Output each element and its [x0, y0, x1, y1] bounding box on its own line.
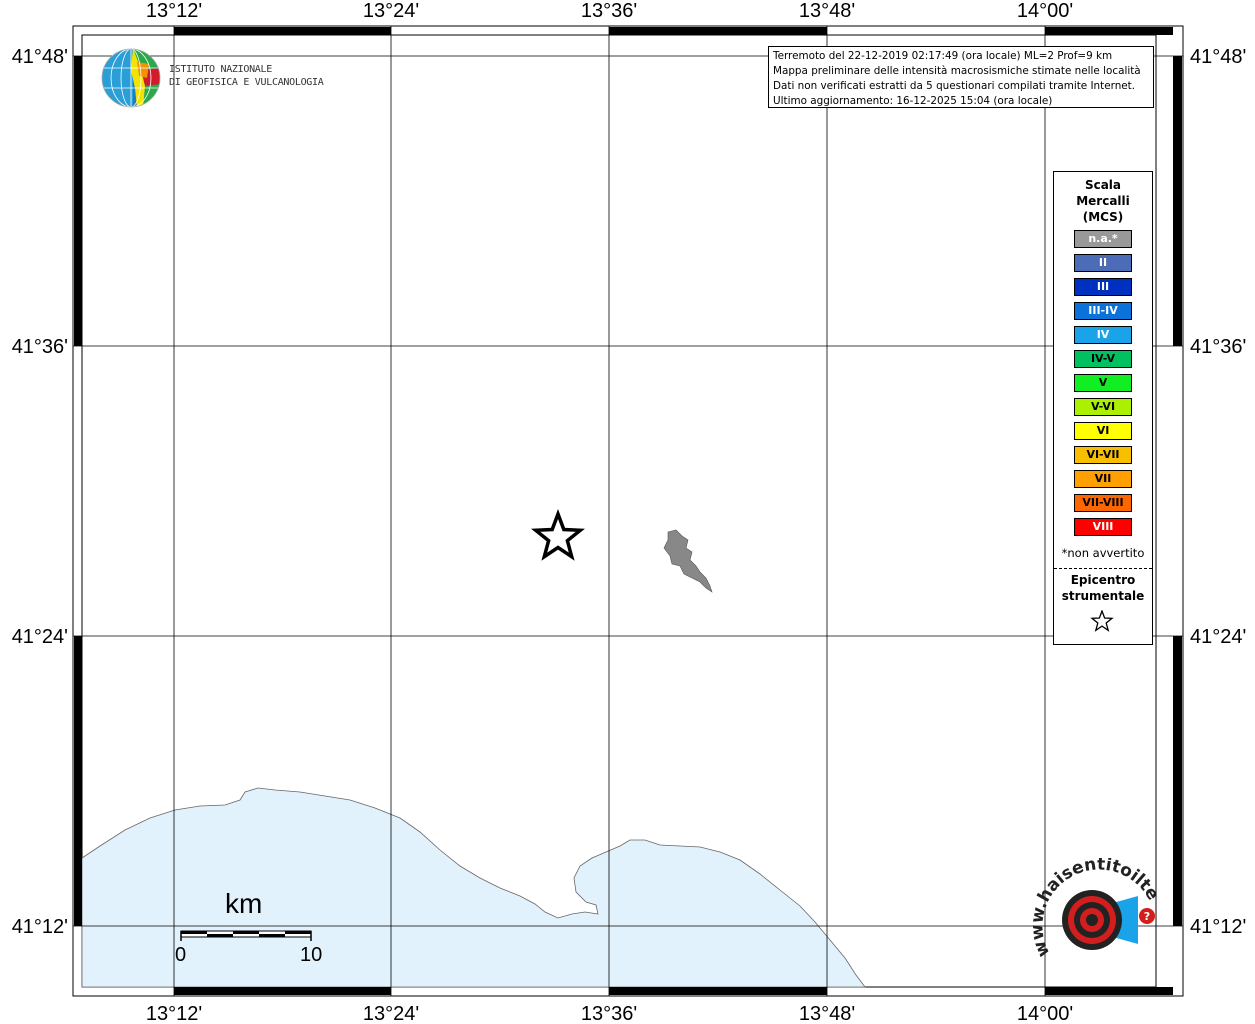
legend-epicenter-line1: Epicentro: [1070, 573, 1136, 587]
legend-divider: [1054, 568, 1152, 569]
info-line-2: Mappa preliminare delle intensità macros…: [773, 65, 1141, 77]
lat-label-left-1: 41°48': [12, 46, 68, 68]
info-line-3: Dati non verificati estratti da 5 questi…: [773, 80, 1136, 92]
lon-label-bottom-3: 13°36': [581, 1003, 637, 1024]
lon-label-top-3: 13°36': [581, 0, 637, 22]
lon-label-bottom-4: 13°48': [799, 1003, 855, 1024]
scale-end-label: 10: [300, 944, 323, 966]
legend-swatch-8: V-VI: [1074, 398, 1132, 416]
legend-title: Scala Mercalli (MCS): [1054, 177, 1152, 225]
lat-label-right-4: 41°12': [1190, 916, 1246, 938]
lon-label-top-4: 13°48': [799, 0, 855, 22]
legend-epicenter-line2: strumentale: [1061, 589, 1145, 603]
lon-label-top-2: 13°24': [363, 0, 419, 22]
lat-label-right-2: 41°36': [1190, 336, 1246, 358]
legend-title-line2: Mercalli: [1076, 194, 1130, 208]
legend-swatch-9: VI: [1074, 422, 1132, 440]
legend-swatch-10: VI-VII: [1074, 446, 1132, 464]
lon-label-bottom-5: 14°00': [1017, 1003, 1073, 1024]
lon-label-bottom-1: 13°12': [146, 1003, 202, 1024]
lon-label-top-5: 14°00': [1017, 0, 1073, 22]
lon-label-bottom-2: 13°24': [363, 1003, 419, 1024]
lat-label-right-1: 41°48': [1190, 46, 1246, 68]
mcs-legend: Scala Mercalli (MCS) n.a.* II III III-IV IV I…: [1053, 171, 1153, 645]
globe-icon: [101, 48, 161, 108]
scale-start-label: 0: [175, 944, 187, 966]
legend-swatch-13: VIII: [1074, 518, 1132, 536]
lat-label-left-3: 41°24': [12, 626, 68, 648]
legend-title-line3: (MCS): [1082, 210, 1124, 224]
legend-swatch-12: VII-VIII: [1074, 494, 1132, 512]
legend-swatch-7: V: [1074, 374, 1132, 392]
legend-star-icon: [1090, 610, 1114, 632]
legend-swatch-2: II: [1074, 254, 1132, 272]
earthquake-info-box: Terremoto del 22-12-2019 02:17:49 (ora l…: [768, 46, 1154, 108]
lat-label-right-3: 41°24': [1190, 626, 1246, 648]
info-line-4: Ultimo aggiornamento: 16-12-2025 15:04 (…: [773, 95, 1053, 107]
svg-text:?: ?: [1144, 910, 1150, 923]
lat-label-left-2: 41°36': [12, 336, 68, 358]
haisentito-logo: www.haisentitoilterremoto.it ?: [1030, 858, 1163, 960]
legend-swatch-5: IV: [1074, 326, 1132, 344]
lat-label-left-4: 41°12': [12, 916, 68, 938]
lon-label-top-1: 13°12': [146, 0, 202, 22]
scale-unit-label: km: [225, 888, 263, 919]
legend-na-note: *non avvertito: [1061, 546, 1145, 560]
legend-epicenter-label: Epicentro strumentale: [1054, 572, 1152, 604]
info-line-1: Terremoto del 22-12-2019 02:17:49 (ora l…: [773, 50, 1113, 62]
org-name-line2: DI GEOFISICA E VULCANOLOGIA: [169, 77, 324, 88]
legend-swatch-4: III-IV: [1074, 302, 1132, 320]
ingv-logo: ISTITUTO NAZIONALE DI GEOFISICA E VULCAN…: [101, 48, 331, 108]
org-name-line1: ISTITUTO NAZIONALE: [169, 64, 272, 75]
legend-swatch-11: VII: [1074, 470, 1132, 488]
legend-swatch-3: III: [1074, 278, 1132, 296]
legend-swatch-6: IV-V: [1074, 350, 1132, 368]
legend-title-line1: Scala: [1084, 178, 1122, 192]
legend-swatch-1: n.a.*: [1074, 230, 1132, 248]
